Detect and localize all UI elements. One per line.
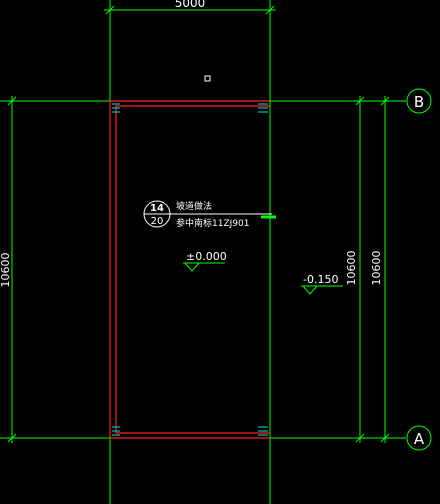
detail-callout-sheet: 20 bbox=[151, 216, 164, 227]
dimension-left-label: 10600 bbox=[0, 253, 12, 288]
axis-label-b: B bbox=[414, 93, 424, 111]
dimension-right-outer-label: 10600 bbox=[370, 251, 383, 286]
elevation-outside-label: -0.150 bbox=[303, 273, 338, 286]
column-mark-bottom-right bbox=[258, 426, 268, 436]
detail-callout-title: 坡道做法 bbox=[176, 200, 212, 212]
axis-bubble-a[interactable]: A bbox=[406, 425, 432, 451]
elevation-floor-symbol bbox=[184, 262, 200, 272]
axis-bubble-b[interactable]: B bbox=[406, 88, 432, 114]
ramp-walls[interactable] bbox=[109, 100, 270, 439]
detail-callout-reference: 参中南标11ZJ901 bbox=[176, 217, 249, 229]
dimension-top-label: 5000 bbox=[175, 0, 206, 10]
detail-callout-number: 14 bbox=[150, 203, 164, 214]
elevation-floor-label: ±0.000 bbox=[186, 250, 227, 263]
elevation-outside[interactable]: -0.150 bbox=[301, 273, 343, 295]
column-mark-top-right bbox=[258, 103, 268, 113]
point-marker[interactable] bbox=[204, 75, 211, 82]
detail-callout[interactable]: 14 20 坡道做法 参中南标11ZJ901 bbox=[143, 200, 276, 229]
dimension-right-inner-label: 10600 bbox=[345, 251, 358, 286]
axis-label-a: A bbox=[414, 430, 425, 448]
cad-drawing-canvas[interactable]: 5000 10600 10600 10600 B A 14 20 坡道做法 参中… bbox=[0, 0, 440, 504]
column-marks bbox=[112, 103, 268, 436]
elevation-outside-symbol bbox=[302, 285, 318, 295]
elevation-floor[interactable]: ±0.000 bbox=[183, 250, 227, 272]
